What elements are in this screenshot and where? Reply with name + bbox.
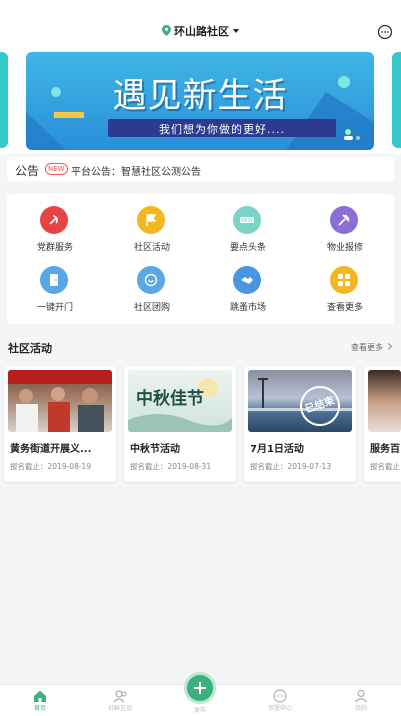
service-label: 社区活动 [133, 243, 170, 253]
party-icon [40, 206, 68, 234]
activity-image: 中秋佳节 [128, 370, 232, 432]
activity-deadline: 报名截止：2019-07-13 [250, 462, 332, 471]
activity-photo-people [8, 370, 112, 432]
view-more-link[interactable]: 查看更多 [351, 342, 393, 353]
door-icon [40, 266, 68, 294]
service-activities[interactable]: 社区活动 [104, 206, 200, 258]
service-label: 社区团购 [133, 303, 170, 313]
activity-card[interactable]: 黄务街道开展义... 报名截止：2019-08-19 [4, 366, 116, 482]
service-label: 党群服务 [36, 243, 73, 253]
nav-label: 我的 [354, 705, 367, 712]
activity-image [368, 370, 401, 432]
announcement-logo: 公告 [15, 164, 40, 178]
group-buy-icon [137, 266, 165, 294]
location-pin-icon [162, 25, 171, 36]
service-door[interactable]: 一键开门 [7, 266, 103, 318]
service-label: 物业报修 [326, 243, 363, 253]
nav-label: 社群互动 [107, 705, 132, 712]
location-selector[interactable]: 环山路社区 [0, 24, 401, 40]
banner-slide[interactable]: 遇见新生活 我们想为你做的更好.... [26, 52, 374, 150]
service-label: 要点头条 [229, 243, 266, 253]
nav-label: 首页 [33, 705, 46, 712]
activity-deadline: 报名截止 [370, 462, 400, 471]
service-label: 跳蚤市场 [229, 303, 266, 313]
chevron-down-icon [233, 29, 239, 33]
nav-neighborhood[interactable]: 邻里中心 [240, 689, 320, 712]
activity-title: 中秋节活动 [130, 444, 180, 455]
nav-community[interactable]: 社群互动 [80, 689, 160, 712]
service-label: 查看更多 [326, 303, 363, 313]
activity-deadline: 报名截止：2019-08-31 [130, 462, 212, 471]
handshake-icon [233, 266, 261, 294]
activity-title: 服务百 [370, 444, 400, 455]
carousel-dot [356, 136, 360, 140]
activity-list: 黄务街道开展义... 报名截止：2019-08-19 中秋佳节 中秋节活动 报名… [0, 366, 401, 484]
carousel-dot-active [344, 136, 353, 140]
more-grid-icon [330, 266, 358, 294]
activity-image: 已结束 [248, 370, 352, 432]
svg-text:NEW: NEW [241, 218, 253, 224]
carousel-indicator [341, 125, 360, 144]
view-more-label: 查看更多 [351, 343, 383, 352]
announcement-bar[interactable]: 公告 NEW 平台公告：智慧社区公测公告 [7, 157, 394, 181]
home-icon [34, 690, 46, 702]
banner-title: 遇见新生活 [112, 76, 288, 116]
publish-button[interactable] [184, 672, 216, 704]
activity-title: 7月1日活动 [250, 444, 304, 455]
activity-title: 黄务街道开展义... [10, 444, 92, 455]
service-repair[interactable]: 物业报修 [297, 206, 393, 258]
service-label: 一键开门 [36, 303, 73, 313]
user-icon [355, 689, 367, 703]
header: 环山路社区 [0, 0, 401, 48]
nav-home[interactable]: 首页 [0, 689, 80, 712]
chevron-right-icon [384, 342, 393, 351]
nav-label: 邻里中心 [267, 705, 292, 712]
banner-subtitle: 我们想为你做的更好.... [159, 123, 285, 136]
prev-slide-peek [0, 52, 8, 148]
service-headlines[interactable]: NEW 要点头条 [200, 206, 296, 258]
home-screen: 环山路社区 遇见新生活 我们想为你做的更好.... 公告 NEW 平台公告：智慧… [0, 0, 401, 716]
banner-carousel[interactable]: 遇见新生活 我们想为你做的更好.... [0, 48, 401, 154]
new-badge: NEW [45, 163, 68, 175]
activity-image [8, 370, 112, 432]
chat-bubble-icon[interactable] [377, 24, 393, 40]
service-more[interactable]: 查看更多 [297, 266, 393, 318]
location-name: 环山路社区 [174, 25, 229, 38]
activity-card[interactable]: 服务百 报名截止 [364, 366, 401, 482]
new-badge-icon: NEW [233, 206, 261, 234]
flag-icon [137, 206, 165, 234]
section-title: 社区活动 [8, 342, 52, 355]
service-group-buy[interactable]: 社区团购 [104, 266, 200, 318]
service-flea-market[interactable]: 跳蚤市场 [200, 266, 296, 318]
community-icon [113, 690, 127, 703]
service-party[interactable]: 党群服务 [7, 206, 103, 258]
activity-card[interactable]: 已结束 7月1日活动 报名截止：2019-07-13 [244, 366, 356, 482]
hammer-icon [330, 206, 358, 234]
next-slide-peek [392, 52, 401, 148]
announcement-text: 平台公告：智慧社区公测公告 [71, 167, 201, 178]
activity-card[interactable]: 中秋佳节 中秋节活动 报名截止：2019-08-31 [124, 366, 236, 482]
nav-mine[interactable]: 我的 [321, 689, 401, 712]
activity-image-text: 中秋佳节 [136, 389, 204, 409]
publish-label: 发布 [193, 707, 206, 714]
activity-deadline: 报名截止：2019-08-19 [10, 462, 92, 471]
service-grid: 党群服务 社区活动 NEW 要点头条 物业报修 一键开门 社区团购 跳蚤市场 查 [7, 194, 394, 324]
message-icon [273, 689, 287, 703]
